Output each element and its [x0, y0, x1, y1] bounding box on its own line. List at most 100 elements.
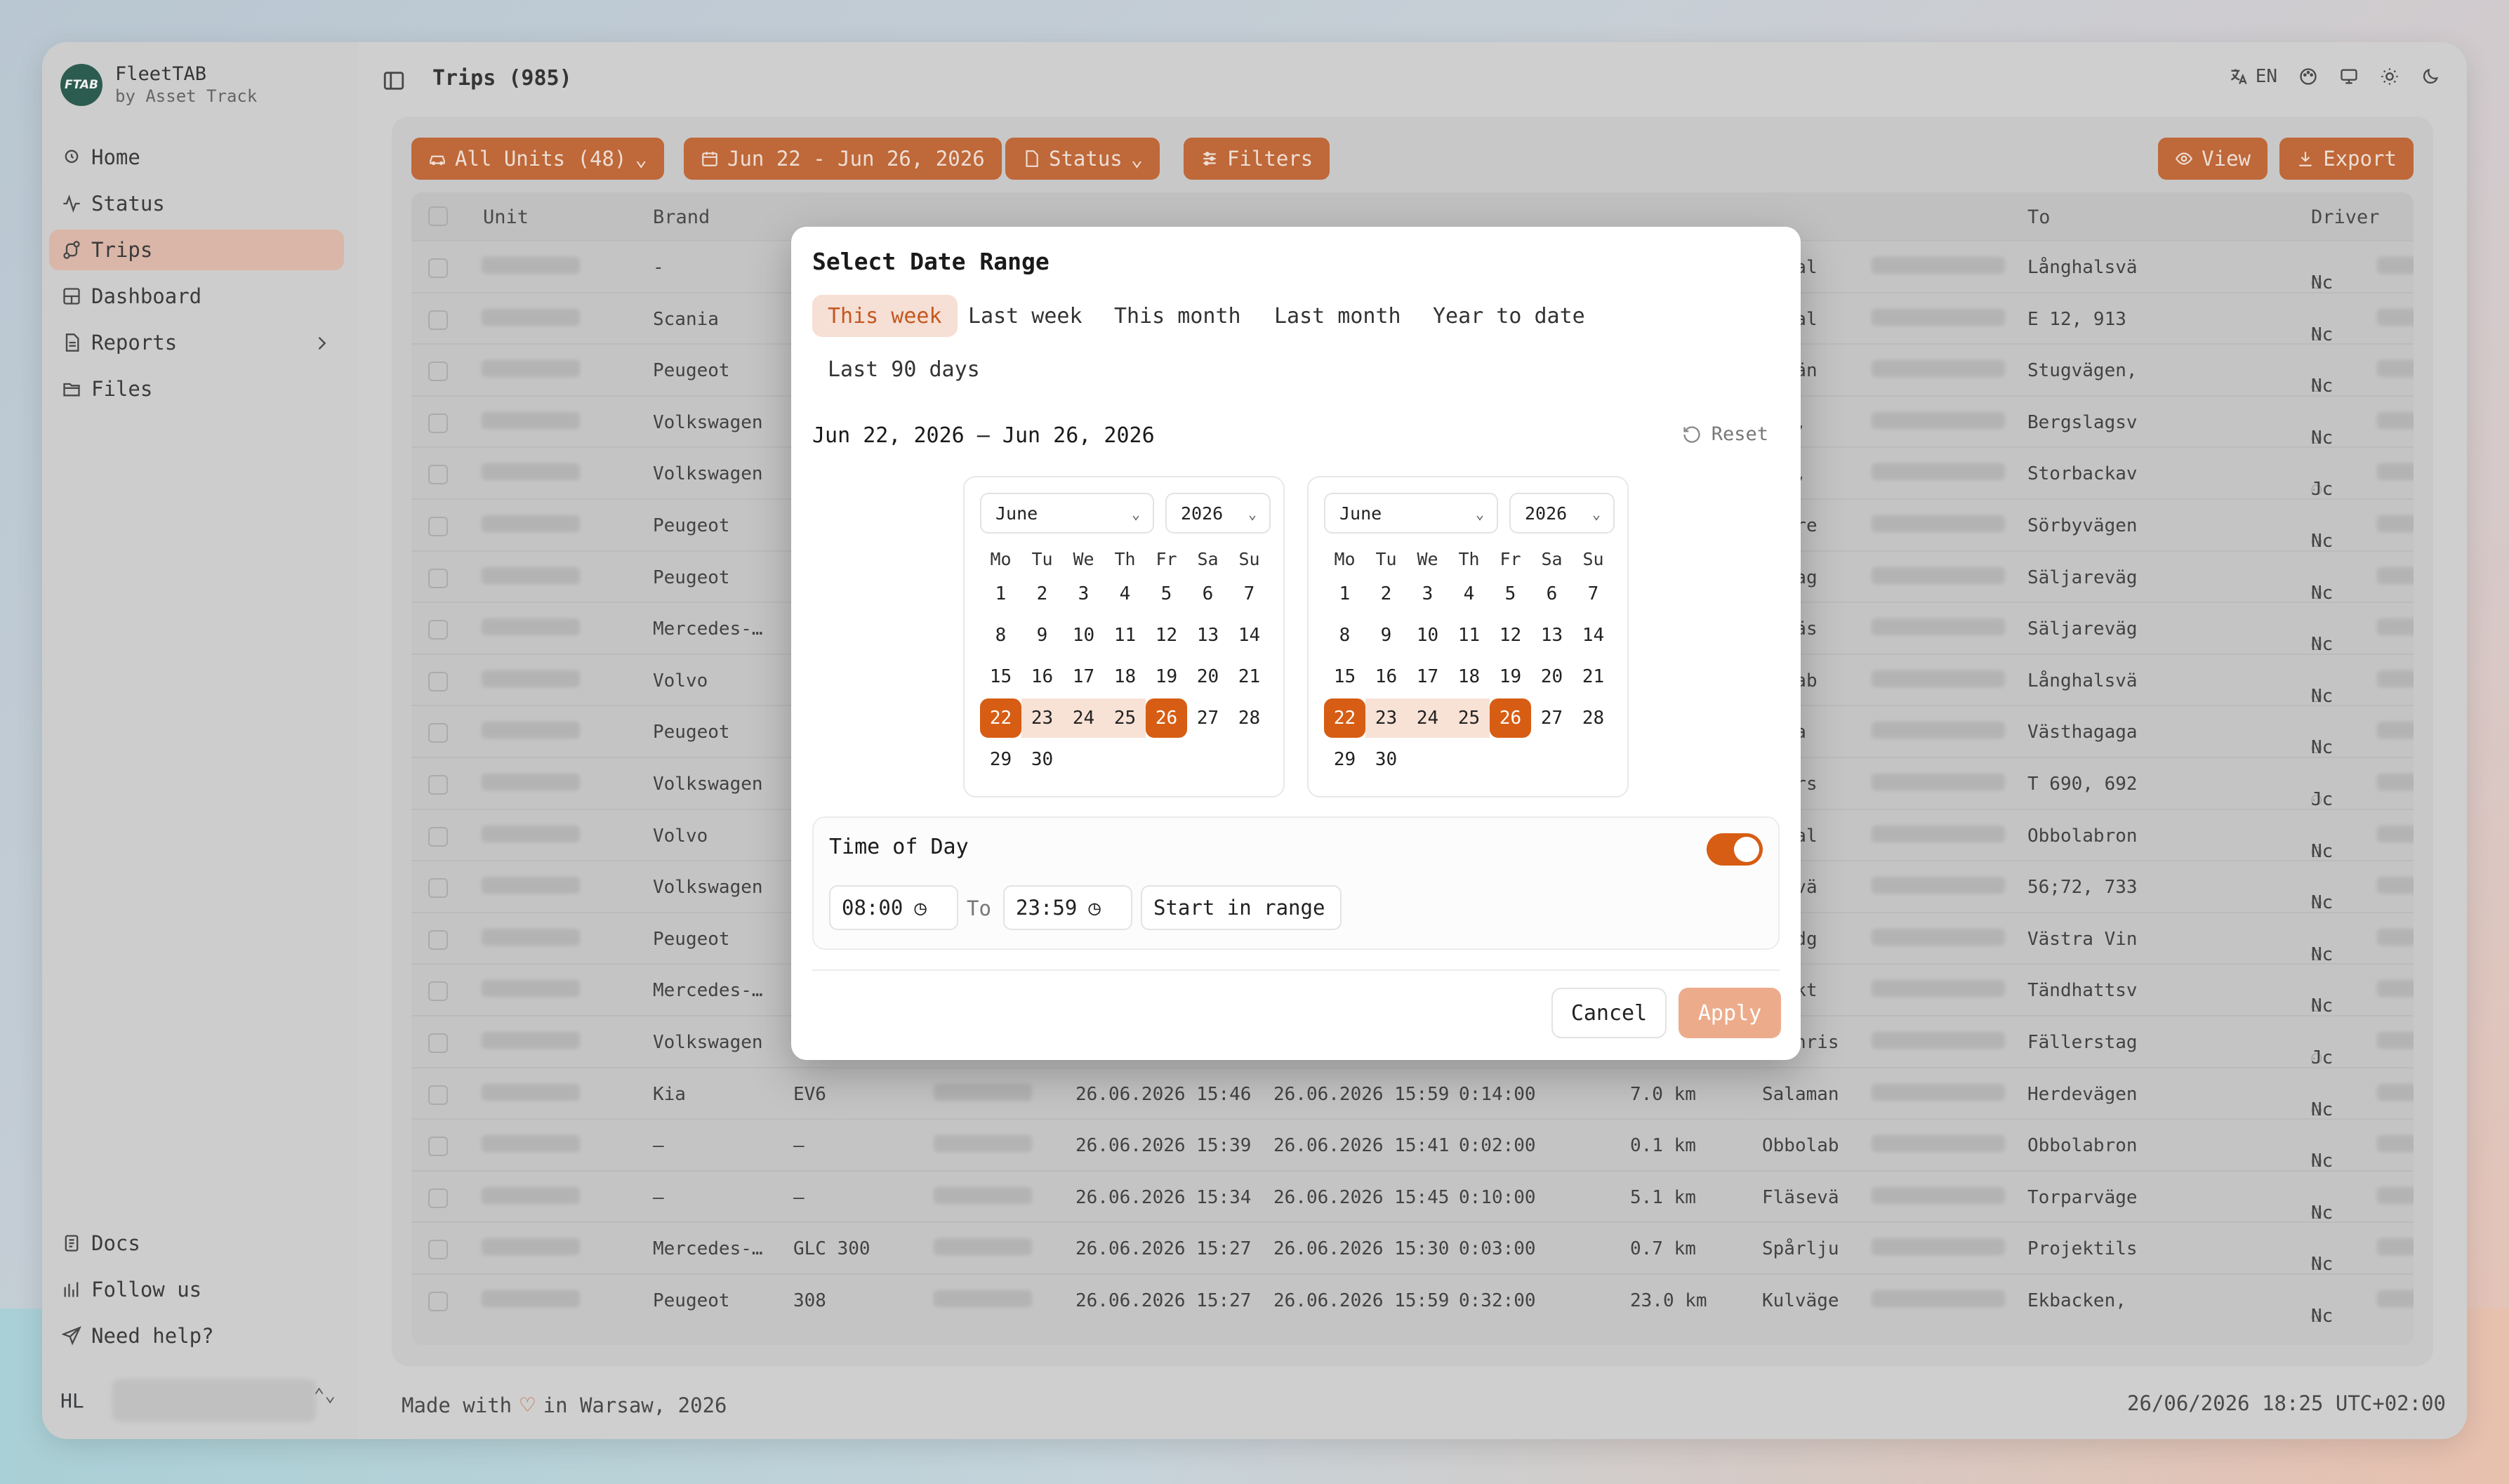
calendar-day[interactable]: 18	[1448, 657, 1490, 696]
calendar-day[interactable]: 17	[1407, 657, 1448, 696]
month-select-right[interactable]: June ⌄	[1324, 493, 1498, 534]
calendar-day[interactable]: 1	[980, 574, 1021, 614]
calendar-day[interactable]: 3	[1063, 574, 1104, 614]
calendar-day[interactable]: 21	[1229, 657, 1270, 696]
calendar-day[interactable]: 29	[1324, 740, 1365, 779]
calendar-day[interactable]: 10	[1063, 616, 1104, 655]
weekday-header: Mo	[990, 549, 1012, 569]
calendar-day[interactable]: 23	[1021, 698, 1063, 738]
cancel-button[interactable]: Cancel	[1551, 988, 1667, 1038]
dialog-divider	[812, 969, 1780, 971]
calendar-day[interactable]: 7	[1229, 574, 1270, 614]
weekday-header: Sa	[1197, 549, 1219, 569]
calendar-day[interactable]: 12	[1490, 616, 1531, 655]
calendar-day[interactable]: 21	[1573, 657, 1614, 696]
calendar-day[interactable]: 3	[1407, 574, 1448, 614]
preset-last-month[interactable]: Last month	[1259, 295, 1417, 337]
weekday-header: Mo	[1334, 549, 1356, 569]
calendar-day[interactable]: 25	[1104, 698, 1146, 738]
calendar-day[interactable]: 20	[1187, 657, 1229, 696]
calendar-day[interactable]: 15	[980, 657, 1021, 696]
calendar-day[interactable]: 14	[1573, 616, 1614, 655]
calendar-day[interactable]: 19	[1490, 657, 1531, 696]
calendar-day[interactable]: 24	[1407, 698, 1448, 738]
calendar-day[interactable]: 8	[1324, 616, 1365, 655]
calendar-day[interactable]: 26	[1490, 698, 1531, 738]
date-range-dialog: Select Date Range This week Last week Th…	[791, 227, 1801, 1060]
calendar-day[interactable]: 14	[1229, 616, 1270, 655]
weekday-header: Tu	[1375, 549, 1397, 569]
year-select-left[interactable]: 2026 ⌄	[1165, 493, 1271, 534]
weekday-header: Su	[1238, 549, 1260, 569]
calendar-day[interactable]: 15	[1324, 657, 1365, 696]
preset-last-week[interactable]: Last week	[953, 295, 1098, 337]
calendar-day[interactable]: 20	[1531, 657, 1573, 696]
calendar-day[interactable]: 16	[1365, 657, 1407, 696]
preset-year-to-date[interactable]: Year to date	[1417, 295, 1601, 337]
calendar-day[interactable]: 11	[1448, 616, 1490, 655]
weekday-header: We	[1073, 549, 1094, 569]
calendar-day[interactable]: 4	[1448, 574, 1490, 614]
calendar-day[interactable]: 11	[1104, 616, 1146, 655]
weekday-header: Th	[1114, 549, 1136, 569]
calendar-day[interactable]: 7	[1573, 574, 1614, 614]
calendar-day[interactable]: 9	[1021, 616, 1063, 655]
year-select-value: 2026	[1181, 503, 1224, 524]
calendar-day[interactable]: 25	[1448, 698, 1490, 738]
preset-this-month[interactable]: This month	[1099, 295, 1257, 337]
calendar-day[interactable]: 16	[1021, 657, 1063, 696]
weekday-header: Fr	[1500, 549, 1521, 569]
apply-button[interactable]: Apply	[1679, 988, 1781, 1038]
calendar-day[interactable]: 2	[1365, 574, 1407, 614]
calendar-day[interactable]: 30	[1021, 740, 1063, 779]
weekday-header: Sa	[1541, 549, 1563, 569]
year-select-value: 2026	[1525, 503, 1568, 524]
calendar-day[interactable]: 6	[1531, 574, 1573, 614]
calendar-day[interactable]: 8	[980, 616, 1021, 655]
calendar-day[interactable]: 5	[1490, 574, 1531, 614]
calendar-day[interactable]: 13	[1531, 616, 1573, 655]
weekday-header: Fr	[1156, 549, 1177, 569]
calendar-day[interactable]: 28	[1229, 698, 1270, 738]
time-from-value: 08:00	[842, 896, 903, 920]
weekday-header: We	[1417, 549, 1438, 569]
preset-last-90-days[interactable]: Last 90 days	[812, 348, 995, 390]
preset-this-week[interactable]: This week	[812, 295, 958, 337]
time-to-input[interactable]: 23:59 ◷	[1003, 885, 1132, 930]
calendar-right: June ⌄ 2026 ⌄ Mo Tu We Th Fr Sa Su 1 2 3 4 5 6 7 8 9 10 11 1…	[1307, 476, 1629, 797]
calendar-day[interactable]: 6	[1187, 574, 1229, 614]
calendar-day[interactable]: 22	[980, 698, 1021, 738]
calendar-day[interactable]: 5	[1146, 574, 1187, 614]
time-from-input[interactable]: 08:00 ◷	[829, 885, 958, 930]
calendar-day[interactable]: 13	[1187, 616, 1229, 655]
time-mode-select[interactable]: Start in range	[1141, 885, 1342, 930]
calendar-day[interactable]: 26	[1146, 698, 1187, 738]
calendar-day[interactable]: 1	[1324, 574, 1365, 614]
calendar-day[interactable]: 23	[1365, 698, 1407, 738]
calendar-day[interactable]: 22	[1324, 698, 1365, 738]
reset-button[interactable]: Reset	[1682, 423, 1768, 445]
calendar-day[interactable]: 9	[1365, 616, 1407, 655]
calendar-day[interactable]: 4	[1104, 574, 1146, 614]
calendar-day[interactable]: 17	[1063, 657, 1104, 696]
month-select-left[interactable]: June ⌄	[980, 493, 1154, 534]
calendar-day[interactable]: 19	[1146, 657, 1187, 696]
calendar-day[interactable]: 18	[1104, 657, 1146, 696]
calendar-day[interactable]: 12	[1146, 616, 1187, 655]
weekday-header: Su	[1582, 549, 1604, 569]
time-of-day-toggle[interactable]	[1707, 833, 1763, 866]
calendar-day[interactable]: 27	[1187, 698, 1229, 738]
calendar-day[interactable]: 10	[1407, 616, 1448, 655]
calendar-day[interactable]: 2	[1021, 574, 1063, 614]
calendar-day[interactable]: 28	[1573, 698, 1614, 738]
clock-icon: ◷	[1088, 896, 1101, 920]
calendar-day[interactable]: 30	[1365, 740, 1407, 779]
time-to-label: To	[967, 896, 991, 920]
year-select-right[interactable]: 2026 ⌄	[1509, 493, 1615, 534]
calendar-day[interactable]: 24	[1063, 698, 1104, 738]
app-window: FTAB FleetTAB by Asset Track Home Status…	[42, 42, 2467, 1439]
calendar-day[interactable]: 27	[1531, 698, 1573, 738]
time-mode-value: Start in range	[1153, 896, 1325, 920]
calendar-day[interactable]: 29	[980, 740, 1021, 779]
dialog-title: Select Date Range	[812, 248, 1050, 275]
